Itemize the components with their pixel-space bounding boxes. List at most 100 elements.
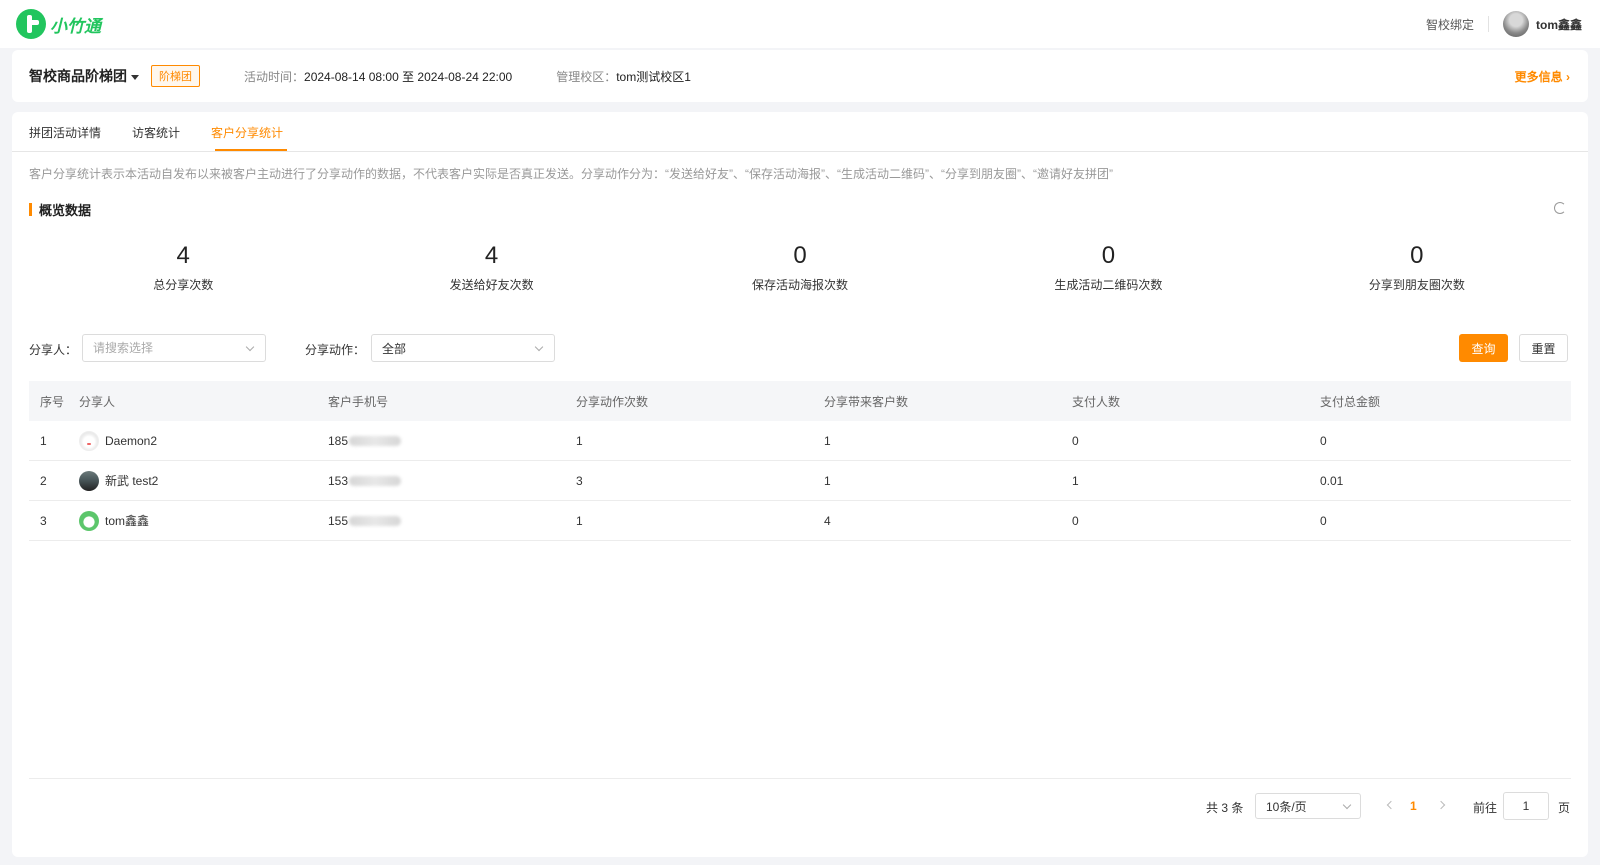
caret-down-icon — [131, 74, 139, 80]
activity-type-tag: 阶梯团 — [151, 65, 200, 87]
sharer-avatar — [79, 510, 99, 531]
stat-generate-qrcode: 0 生成活动二维码次数 — [954, 242, 1262, 302]
customer-count: 4 — [824, 513, 831, 528]
more-info-link[interactable]: 更多信息 › — [1515, 68, 1570, 85]
chevron-down-icon — [534, 342, 544, 352]
tab-bar: 拼团活动详情 访客统计 客户分享统计 — [12, 112, 1588, 152]
table-footer-divider — [29, 778, 1571, 779]
top-bar: 小竹通 智校绑定 tom鑫鑫 — [0, 0, 1600, 48]
stat-value: 4 — [484, 242, 499, 269]
customer-count: 1 — [824, 473, 831, 488]
action-select-value: 全部 — [382, 341, 407, 356]
chevron-down-icon — [245, 342, 255, 352]
stat-label: 保存活动海报次数 — [752, 278, 849, 292]
page-unit-label: 页 — [1558, 801, 1571, 815]
reset-button[interactable]: 重置 — [1519, 334, 1568, 362]
campus-label: 管理校区： — [556, 69, 617, 84]
phone-cell: 155 — [328, 514, 576, 528]
masked-phone — [349, 435, 402, 446]
stat-send-to-friend: 4 发送给好友次数 — [337, 242, 645, 302]
overview-header: 概览数据 — [29, 200, 91, 219]
sharer-avatar — [79, 430, 99, 451]
sharer-name: Daemon2 — [105, 433, 158, 448]
activity-time-label: 活动时间： — [244, 69, 305, 84]
sharer-avatar — [79, 470, 99, 491]
bind-campus-link[interactable]: 智校绑定 — [1426, 16, 1474, 33]
username[interactable]: tom鑫鑫 — [1536, 16, 1582, 33]
column-header: 支付总金额 — [1320, 394, 1381, 409]
stat-label: 发送给好友次数 — [449, 278, 534, 292]
column-header: 客户手机号 — [328, 394, 389, 409]
sharer-name: tom鑫鑫 — [105, 514, 150, 528]
stat-value: 0 — [793, 242, 807, 269]
action-select[interactable]: 全部 — [371, 334, 555, 362]
page-size-value: 10条/页 — [1266, 799, 1307, 814]
chevron-right-icon: › — [1566, 70, 1570, 84]
payer-count: 0 — [1072, 513, 1079, 528]
sharer-cell: Daemon2 — [79, 430, 328, 451]
tab-group-details[interactable]: 拼团活动详情 — [29, 124, 101, 141]
table-row: 2 新武 test2 153 3 1 1 0.01 — [29, 461, 1571, 501]
page-number[interactable]: 1 — [1410, 799, 1417, 813]
stat-label: 分享到朋友圈次数 — [1368, 278, 1465, 292]
overview-title: 概览数据 — [39, 203, 92, 218]
stat-label: 总分享次数 — [153, 278, 214, 292]
masked-phone — [349, 515, 402, 526]
stat-value: 0 — [1101, 242, 1116, 269]
refresh-icon[interactable] — [1554, 202, 1566, 214]
phone-cell: 153 — [328, 474, 576, 488]
table-row: 1 Daemon2 185 1 1 0 0 — [29, 421, 1571, 461]
pay-amount: 0 — [1320, 513, 1327, 528]
main-panel: 拼团活动详情 访客统计 客户分享统计 客户分享统计表示本活动自发布以来被客户主动… — [12, 112, 1588, 857]
campus-value: tom测试校区1 — [616, 69, 691, 84]
pay-amount: 0 — [1320, 433, 1327, 448]
row-index: 3 — [40, 513, 47, 528]
column-header: 支付人数 — [1072, 394, 1121, 409]
activity-time-value: 2024-08-14 08:00 至 2024-08-24 22:00 — [304, 69, 513, 84]
activity-name-dropdown[interactable]: 智校商品阶梯团 — [29, 66, 139, 86]
row-index: 2 — [40, 473, 47, 488]
activity-campus: 管理校区：tom测试校区1 — [556, 68, 691, 85]
activity-time: 活动时间：2024-08-14 08:00 至 2024-08-24 22:00 — [244, 68, 512, 85]
sharer-search-input[interactable] — [93, 341, 233, 355]
sharer-cell: 新武 test2 — [79, 470, 328, 491]
activity-name: 智校商品阶梯团 — [29, 68, 127, 84]
logo-icon — [16, 9, 46, 39]
column-header: 分享带来客户数 — [824, 394, 909, 409]
query-button[interactable]: 查询 — [1459, 334, 1508, 362]
pagination-total: 共 3 条 — [1206, 801, 1244, 815]
table-row: 3 tom鑫鑫 155 1 4 0 0 — [29, 501, 1571, 541]
share-stats-notice: 客户分享统计表示本活动自发布以来被客户主动进行了分享动作的数据，不代表客户实际是… — [29, 167, 1113, 181]
sharer-name: 新武 test2 — [105, 474, 159, 488]
logo[interactable]: 小竹通 — [16, 9, 101, 39]
page-size-select[interactable]: 10条/页 — [1255, 793, 1361, 819]
overview-stats: 4 总分享次数 4 发送给好友次数 0 保存活动海报次数 0 生成活动二维码次数… — [29, 242, 1571, 302]
payer-count: 0 — [1072, 433, 1079, 448]
share-stats-table: 序号 分享人 客户手机号 分享动作次数 分享带来客户数 支付人数 支付总金额 1… — [29, 381, 1571, 541]
payer-count: 1 — [1072, 473, 1079, 488]
stat-value: 0 — [1410, 242, 1424, 269]
goto-page-input[interactable] — [1503, 792, 1549, 820]
phone-prefix: 153 — [328, 473, 349, 488]
tab-share-stats[interactable]: 客户分享统计 — [211, 124, 283, 141]
customer-count: 1 — [824, 433, 831, 448]
stat-total-shares: 4 总分享次数 — [29, 242, 337, 302]
prev-page-icon[interactable] — [1386, 800, 1396, 810]
action-count: 1 — [576, 513, 583, 528]
column-header: 序号 — [40, 394, 65, 409]
stat-save-poster: 0 保存活动海报次数 — [646, 242, 954, 302]
user-avatar[interactable] — [1503, 11, 1529, 37]
action-filter-label: 分享动作： — [305, 343, 366, 357]
next-page-icon[interactable] — [1436, 800, 1446, 810]
column-header: 分享动作次数 — [576, 394, 649, 409]
table-header: 序号 分享人 客户手机号 分享动作次数 分享带来客户数 支付人数 支付总金额 — [29, 381, 1571, 421]
masked-phone — [349, 475, 402, 486]
logo-text: 小竹通 — [50, 16, 101, 36]
goto-label: 前往 — [1473, 801, 1498, 815]
action-count: 1 — [576, 433, 583, 448]
stat-value: 4 — [176, 242, 190, 269]
sharer-select[interactable] — [82, 334, 266, 362]
sharer-filter-label: 分享人： — [29, 343, 78, 357]
chevron-down-icon — [1342, 800, 1352, 810]
tab-visitor-stats[interactable]: 访客统计 — [132, 124, 180, 141]
